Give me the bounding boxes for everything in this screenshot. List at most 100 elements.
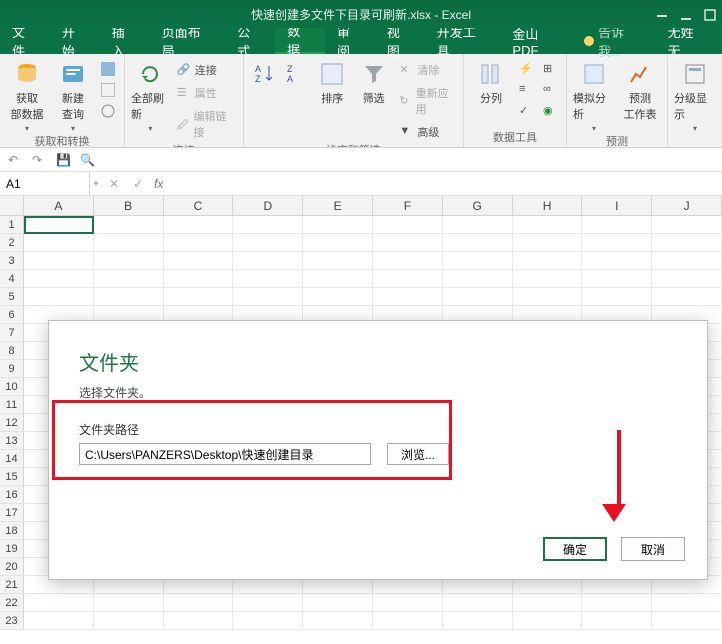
print-preview-icon[interactable]: 🔍 xyxy=(80,153,94,167)
row-header[interactable]: 23 xyxy=(0,612,24,630)
validation-button[interactable]: ✓ xyxy=(516,102,536,120)
cell[interactable] xyxy=(233,270,303,288)
row-header[interactable]: 2 xyxy=(0,234,24,252)
row-header[interactable]: 22 xyxy=(0,594,24,612)
cell[interactable] xyxy=(513,594,583,612)
cell[interactable] xyxy=(233,612,303,630)
tab-dev[interactable]: 开发工具 xyxy=(425,28,501,54)
cell[interactable] xyxy=(164,252,234,270)
row-header[interactable]: 19 xyxy=(0,540,24,558)
cell[interactable] xyxy=(373,234,443,252)
cell[interactable] xyxy=(373,288,443,306)
cell[interactable] xyxy=(652,288,722,306)
cell[interactable] xyxy=(24,594,94,612)
show-queries-button[interactable] xyxy=(98,60,118,78)
cell[interactable] xyxy=(94,270,164,288)
row-header[interactable]: 7 xyxy=(0,324,24,342)
tab-review[interactable]: 审阅 xyxy=(325,28,375,54)
filter-button[interactable]: 筛选 xyxy=(355,56,392,106)
cell[interactable] xyxy=(652,594,722,612)
undo-icon[interactable]: ↶ xyxy=(8,153,22,167)
cell[interactable] xyxy=(233,288,303,306)
row-header[interactable]: 4 xyxy=(0,270,24,288)
cell[interactable] xyxy=(303,612,373,630)
row-header[interactable]: 8 xyxy=(0,342,24,360)
sort-button[interactable]: 排序 xyxy=(314,56,351,106)
tab-view[interactable]: 视图 xyxy=(375,28,425,54)
what-if-button[interactable]: 模拟分析▾ xyxy=(573,56,615,133)
clear-filter-button[interactable]: ✕清除 xyxy=(396,60,457,80)
row-header[interactable]: 21 xyxy=(0,576,24,594)
cell[interactable] xyxy=(513,288,583,306)
cell[interactable] xyxy=(94,288,164,306)
row-header[interactable]: 3 xyxy=(0,252,24,270)
cell[interactable] xyxy=(582,288,652,306)
cell[interactable] xyxy=(24,612,94,630)
cell[interactable] xyxy=(303,252,373,270)
cell[interactable] xyxy=(164,612,234,630)
row-header[interactable]: 16 xyxy=(0,486,24,504)
cell[interactable] xyxy=(233,594,303,612)
cell[interactable] xyxy=(233,234,303,252)
row-header[interactable]: 6 xyxy=(0,306,24,324)
cell[interactable] xyxy=(443,270,513,288)
folder-path-input[interactable] xyxy=(79,443,371,465)
col-header[interactable]: F xyxy=(373,196,443,215)
cell[interactable] xyxy=(652,234,722,252)
edit-links-button[interactable]: 🖉编辑链接 xyxy=(174,106,237,142)
signin[interactable]: 无姓 无 xyxy=(656,28,722,54)
name-dropdown-icon[interactable]: ▾ xyxy=(90,179,102,188)
row-header[interactable]: 9 xyxy=(0,360,24,378)
row-header[interactable]: 14 xyxy=(0,450,24,468)
row-header[interactable]: 17 xyxy=(0,504,24,522)
sort-za-button[interactable]: ZA xyxy=(282,56,310,88)
maximize-icon[interactable] xyxy=(704,9,714,19)
cell[interactable] xyxy=(652,252,722,270)
data-model-button[interactable]: ◉ xyxy=(540,102,560,120)
relationships-button[interactable]: ∞ xyxy=(540,81,560,99)
sort-az-button[interactable]: AZ xyxy=(250,56,278,88)
row-header[interactable]: 1 xyxy=(0,216,24,234)
remove-dupes-button[interactable]: ≡ xyxy=(516,81,536,99)
cell[interactable] xyxy=(373,252,443,270)
save-icon[interactable]: 💾 xyxy=(56,153,70,167)
row-header[interactable]: 10 xyxy=(0,378,24,396)
redo-icon[interactable]: ↷ xyxy=(32,153,46,167)
cell[interactable] xyxy=(443,252,513,270)
name-box-input[interactable] xyxy=(6,177,83,191)
cell[interactable] xyxy=(582,612,652,630)
get-external-data-button[interactable]: 获取 部数据▾ xyxy=(6,56,48,133)
col-header[interactable]: A xyxy=(24,196,94,215)
row-header[interactable]: 20 xyxy=(0,558,24,576)
cancel-button[interactable]: 取消 xyxy=(621,537,685,561)
tab-insert[interactable]: 插入 xyxy=(100,28,150,54)
cell[interactable] xyxy=(24,252,94,270)
cell[interactable] xyxy=(94,252,164,270)
cell[interactable] xyxy=(513,234,583,252)
cell[interactable] xyxy=(443,288,513,306)
cell[interactable] xyxy=(233,252,303,270)
cell[interactable] xyxy=(582,270,652,288)
cell[interactable] xyxy=(164,234,234,252)
cell[interactable] xyxy=(164,270,234,288)
cell[interactable] xyxy=(94,594,164,612)
enter-fx-icon[interactable]: ✓ xyxy=(126,177,150,191)
tab-layout[interactable]: 页面布局 xyxy=(150,28,226,54)
cancel-fx-icon[interactable]: ✕ xyxy=(102,177,126,191)
cell[interactable] xyxy=(303,234,373,252)
col-header[interactable]: J xyxy=(652,196,722,215)
name-box[interactable] xyxy=(0,172,90,195)
cell[interactable] xyxy=(373,270,443,288)
cell[interactable] xyxy=(24,270,94,288)
cell[interactable] xyxy=(94,612,164,630)
cell[interactable] xyxy=(94,234,164,252)
col-header[interactable]: C xyxy=(164,196,234,215)
cell[interactable] xyxy=(94,216,164,234)
cell[interactable] xyxy=(513,252,583,270)
cell[interactable] xyxy=(164,594,234,612)
outline-button[interactable]: 分级显示▾ xyxy=(674,56,716,133)
cell[interactable] xyxy=(443,234,513,252)
cell[interactable] xyxy=(582,216,652,234)
col-header[interactable]: H xyxy=(513,196,583,215)
col-header[interactable]: I xyxy=(582,196,652,215)
